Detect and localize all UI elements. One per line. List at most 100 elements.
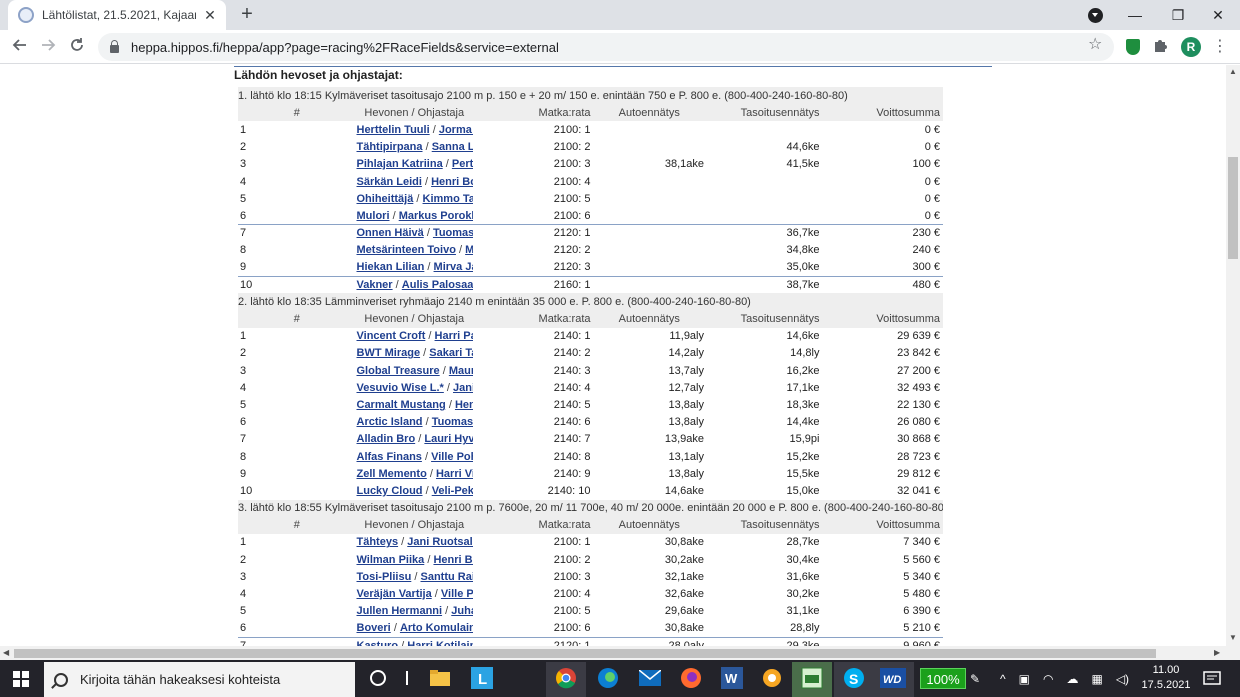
scroll-up-arrow-icon[interactable]: ▲	[1229, 67, 1237, 76]
windows-start-icon[interactable]	[13, 671, 29, 687]
horse-link[interactable]: Arctic Island	[357, 416, 423, 428]
driver-link[interactable]: Aulis Palosaari	[402, 279, 473, 291]
firefox-icon[interactable]	[677, 664, 705, 692]
browser-tab[interactable]: Lähtölistat, 21.5.2021, Kajaani - H ✕	[8, 0, 226, 30]
driver-link[interactable]: Markus Porokka	[399, 210, 473, 222]
horse-link[interactable]: Onnen Häivä	[357, 227, 424, 239]
driver-link[interactable]: Henri Bollström	[431, 176, 473, 188]
file-explorer-icon[interactable]	[426, 664, 454, 692]
driver-link[interactable]: Mauri Jaara	[465, 244, 473, 256]
horse-link[interactable]: Mulori	[357, 210, 390, 222]
driver-link[interactable]: Lauri Hyvönen	[424, 433, 473, 445]
horse-link[interactable]: Vesuvio Wise L.*	[357, 382, 444, 394]
horse-link[interactable]: Zell Memento	[357, 468, 427, 480]
profile-avatar[interactable]: R	[1181, 37, 1201, 57]
skype-icon[interactable]: S	[840, 664, 868, 692]
restore-button[interactable]: ❐	[1158, 0, 1198, 30]
cortana-icon[interactable]	[364, 664, 392, 692]
reload-icon[interactable]	[67, 37, 87, 57]
minimize-button[interactable]: —	[1115, 0, 1155, 30]
horse-link[interactable]: Wilman Piika	[357, 554, 425, 566]
mail-icon[interactable]	[636, 664, 664, 692]
horse-link[interactable]: Global Treasure	[357, 365, 440, 377]
driver-link[interactable]: Ville Pohjola	[431, 451, 473, 463]
battery-indicator[interactable]: 100%	[920, 668, 966, 689]
driver-link[interactable]: Pertti Taskinen	[452, 158, 473, 170]
driver-link[interactable]: Tuomas Pakkanen	[432, 416, 473, 428]
wd-icon[interactable]: WD	[879, 664, 907, 692]
driver-link[interactable]: Ville Pohjola	[441, 588, 473, 600]
volume-icon[interactable]: ◁)	[1116, 672, 1129, 686]
lock-icon[interactable]	[110, 39, 119, 53]
cloud-icon[interactable]: ☁	[1066, 672, 1078, 686]
forward-arrow-icon[interactable]	[38, 37, 58, 57]
vertical-scroll-thumb[interactable]	[1228, 157, 1238, 259]
horse-link[interactable]: Carmalt Mustang	[357, 399, 446, 411]
horse-link[interactable]: Vakner	[357, 279, 393, 291]
driver-link[interactable]: Jani Ruotsalainen	[407, 536, 473, 548]
network-icon[interactable]: ◠	[1043, 672, 1053, 686]
menu-kebab-icon[interactable]: ⋮	[1212, 36, 1228, 56]
horse-link[interactable]: Tähteys	[357, 536, 399, 548]
horse-link[interactable]: Hiekan Lilian	[357, 261, 425, 273]
tray-expand-chevron-icon[interactable]: ^	[1000, 672, 1006, 686]
l-app-icon[interactable]: L	[468, 664, 496, 692]
scroll-down-arrow-icon[interactable]: ▼	[1229, 633, 1237, 642]
extensions-puzzle-icon[interactable]	[1152, 37, 1168, 58]
driver-link[interactable]: Tuomas Pakkanen	[433, 227, 473, 239]
sun-app-icon[interactable]	[758, 664, 786, 692]
new-tab-button[interactable]: +	[236, 4, 258, 26]
driver-link[interactable]: Jani Ruotsalainen	[453, 382, 473, 394]
driver-link[interactable]: Juhani Harmoinen	[451, 605, 473, 617]
horse-link[interactable]: Lucky Cloud	[357, 485, 423, 497]
driver-link[interactable]: Arto Komulainen	[400, 622, 473, 634]
notification-icon[interactable]	[1203, 660, 1221, 697]
driver-link[interactable]: Mauri Jaara	[449, 365, 473, 377]
word-icon[interactable]: W	[718, 664, 746, 692]
driver-link[interactable]: Harri Partanen	[435, 330, 473, 342]
driver-link[interactable]: Sakari Talikka	[429, 347, 473, 359]
driver-link[interactable]: Henri Bollström	[455, 399, 473, 411]
shield-extension-icon[interactable]	[1126, 39, 1140, 55]
vertical-scrollbar[interactable]: ▲ ▼	[1226, 65, 1240, 646]
driver-link[interactable]: Jorma Tiilikainen	[439, 124, 473, 136]
horizontal-scrollbar[interactable]: ◀ ▶	[0, 646, 1240, 660]
bookmark-star-icon[interactable]: ☆	[1088, 34, 1102, 54]
horse-link[interactable]: Metsärinteen Toivo	[357, 244, 456, 256]
task-view-icon[interactable]	[395, 664, 423, 692]
horse-link[interactable]: Ohiheittäjä	[357, 193, 414, 205]
horse-link[interactable]: Boveri	[357, 622, 391, 634]
horse-link[interactable]: Särkän Leidi	[357, 176, 422, 188]
horse-link[interactable]: Herttelin Tuuli	[357, 124, 430, 136]
driver-link[interactable]: Harri Vimpari	[436, 468, 473, 480]
tab-search-icon[interactable]	[1088, 8, 1103, 23]
horse-link[interactable]: Pihlajan Katriina	[357, 158, 443, 170]
edge-icon[interactable]	[594, 664, 622, 692]
scroll-left-arrow-icon[interactable]: ◀	[3, 648, 9, 657]
driver-link[interactable]: Henri Bollström	[433, 554, 473, 566]
driver-link[interactable]: Santtu Raitala	[421, 571, 474, 583]
horse-link[interactable]: Tähtipirpana	[357, 141, 423, 153]
horse-link[interactable]: Vincent Croft	[357, 330, 426, 342]
horse-link[interactable]: Veräjän Vartija	[357, 588, 432, 600]
green-app-icon[interactable]	[798, 664, 826, 692]
horse-link[interactable]: Jullen Hermanni	[357, 605, 443, 617]
taskbar-search[interactable]: Kirjoita tähän hakeaksesi kohteista	[44, 662, 355, 697]
chrome-icon[interactable]	[552, 664, 580, 692]
scroll-right-arrow-icon[interactable]: ▶	[1214, 648, 1220, 657]
address-bar[interactable]: heppa.hippos.fi/heppa/app?page=racing%2F…	[98, 33, 1114, 61]
horse-link[interactable]: Alfas Finans	[357, 451, 422, 463]
driver-link[interactable]: Veli-Pekka Toivanen	[432, 485, 473, 497]
driver-link[interactable]: Mirva Janatuinen	[434, 261, 473, 273]
tray-device-icon[interactable]: ▣	[1019, 672, 1030, 686]
close-window-button[interactable]: ✕	[1198, 0, 1238, 30]
pen-icon[interactable]: ✎	[970, 660, 980, 697]
taskbar-clock[interactable]: 11.00 17.5.2021	[1140, 663, 1192, 693]
horse-link[interactable]: Tosi-Pliisu	[357, 571, 412, 583]
tray-app-icon[interactable]: ▦	[1091, 672, 1102, 686]
horizontal-scroll-thumb[interactable]	[14, 649, 1156, 658]
horse-link[interactable]: Alladin Bro	[357, 433, 416, 445]
close-tab-icon[interactable]: ✕	[202, 7, 218, 24]
horse-link[interactable]: BWT Mirage	[357, 347, 421, 359]
back-arrow-icon[interactable]	[10, 37, 30, 57]
